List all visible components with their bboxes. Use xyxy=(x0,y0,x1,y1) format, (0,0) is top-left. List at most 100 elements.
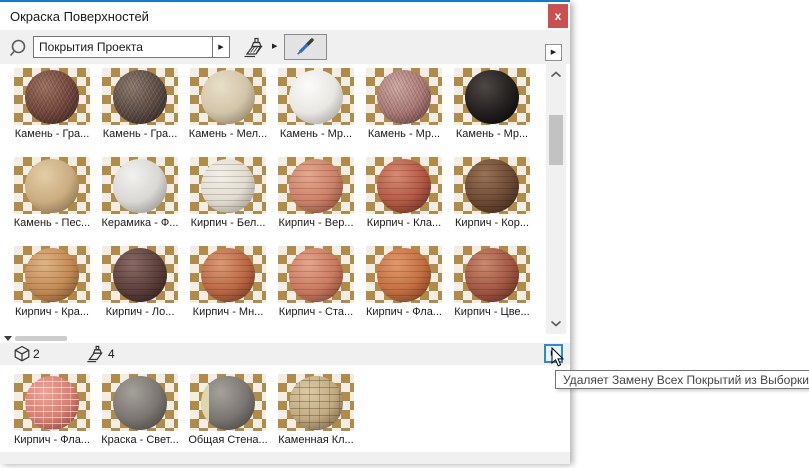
chevron-up-icon xyxy=(550,71,562,78)
material-thumbnail xyxy=(14,68,90,125)
material-item[interactable]: Кирпич - Цве... xyxy=(448,246,536,318)
brick-texture xyxy=(465,248,519,302)
material-item[interactable]: Камень - Гра... xyxy=(8,68,96,140)
panel-splitter[interactable] xyxy=(0,334,570,343)
material-label: Кирпич - Ста... xyxy=(279,306,353,318)
material-thumbnail xyxy=(14,374,90,431)
scroll-down-button[interactable] xyxy=(546,315,566,332)
selected-surfaces-count: 4 xyxy=(108,347,115,361)
material-item[interactable]: Кирпич - Мн... xyxy=(184,246,272,318)
material-label: Краска - Свет... xyxy=(101,434,179,446)
brick-texture xyxy=(289,159,343,213)
material-thumbnail xyxy=(278,157,354,214)
material-label: Камень - Мел... xyxy=(189,128,267,140)
material-thumbnail xyxy=(102,157,178,214)
material-item[interactable]: Камень - Мр... xyxy=(360,68,448,140)
material-thumbnail xyxy=(278,374,354,431)
collapse-triangle-icon[interactable] xyxy=(4,336,12,341)
material-thumbnail xyxy=(190,374,266,431)
material-item[interactable]: Камень - Мел... xyxy=(184,68,272,140)
material-label: Кирпич - Вер... xyxy=(278,217,353,229)
material-item[interactable]: Камень - Мр... xyxy=(448,68,536,140)
material-item[interactable]: Камень - Пес... xyxy=(8,157,96,229)
material-label: Кирпич - Фла... xyxy=(366,306,442,318)
scrollbar-thumb[interactable] xyxy=(549,115,563,165)
material-label: Камень - Гра... xyxy=(103,128,178,140)
material-label: Кирпич - Кор... xyxy=(455,217,529,229)
brick-texture xyxy=(201,248,255,302)
chevron-right-icon: ▶ xyxy=(218,44,223,51)
library-flyout-button[interactable]: ▶ xyxy=(545,44,562,61)
material-label: Камень - Мр... xyxy=(456,128,528,140)
dialog-title: Окраска Поверхностей xyxy=(10,9,149,24)
material-label: Камень - Гра... xyxy=(15,128,90,140)
dialog-footer xyxy=(0,452,570,464)
brick-texture xyxy=(377,159,431,213)
brick-texture xyxy=(465,159,519,213)
library-grid: Камень - Гра... Камень - Гра... Камень - М… xyxy=(0,64,546,318)
material-label: Камень - Мр... xyxy=(368,128,440,140)
brick-texture xyxy=(25,248,79,302)
material-item[interactable]: Каменная Кл... xyxy=(272,374,360,446)
eyedropper-icon xyxy=(295,37,317,57)
material-thumbnail xyxy=(190,246,266,303)
search-dropdown-button[interactable]: ▶ xyxy=(213,36,230,58)
material-thumbnail xyxy=(14,246,90,303)
cube-icon xyxy=(13,345,31,363)
brush-flyout-icon[interactable]: ▶ xyxy=(272,43,277,50)
brick-texture xyxy=(377,248,431,302)
chevron-down-icon xyxy=(550,320,562,327)
mouse-cursor-icon xyxy=(551,347,565,367)
material-label: Камень - Мр... xyxy=(280,128,352,140)
splitter-handle[interactable] xyxy=(15,336,67,341)
material-thumbnail xyxy=(190,157,266,214)
material-item[interactable]: Кирпич - Кла... xyxy=(360,157,448,229)
material-thumbnail xyxy=(454,246,530,303)
material-item[interactable]: Керамика - Ф... xyxy=(96,157,184,229)
material-item[interactable]: Кирпич - Фла... xyxy=(360,246,448,318)
tooltip-text: Удаляет Замену Всех Покрытий из Выборки xyxy=(563,373,809,387)
brick-texture xyxy=(201,159,255,213)
close-icon: x xyxy=(555,9,562,23)
material-item[interactable]: Кирпич - Ло... xyxy=(96,246,184,318)
material-thumbnail xyxy=(102,68,178,125)
selection-material-list: Кирпич - Фла... Краска - Свет... Общая Сте… xyxy=(0,365,570,452)
close-button[interactable]: x xyxy=(548,4,568,28)
material-item[interactable]: Кирпич - Кра... xyxy=(8,246,96,318)
granite-texture xyxy=(113,70,167,124)
material-item[interactable]: Кирпич - Вер... xyxy=(272,157,360,229)
selection-panel-header: 2 4 ▶ xyxy=(0,343,570,365)
material-thumbnail xyxy=(190,68,266,125)
material-item[interactable]: Краска - Свет... xyxy=(96,374,184,446)
scroll-up-button[interactable] xyxy=(546,66,566,83)
vertical-scrollbar[interactable] xyxy=(546,64,566,334)
granite-texture xyxy=(25,70,79,124)
material-label: Общая Стена... xyxy=(188,434,267,446)
material-thumbnail xyxy=(366,157,442,214)
material-item[interactable]: Кирпич - Бел... xyxy=(184,157,272,229)
material-item[interactable]: Кирпич - Кор... xyxy=(448,157,536,229)
material-thumbnail xyxy=(366,68,442,125)
material-item[interactable]: Камень - Мр... xyxy=(272,68,360,140)
search-icon xyxy=(8,38,28,58)
material-label: Камень - Пес... xyxy=(14,217,90,229)
material-thumbnail xyxy=(14,157,90,214)
material-thumbnail xyxy=(454,68,530,125)
material-item[interactable]: Общая Стена... xyxy=(184,374,272,446)
title-bar: Окраска Поверхностей x xyxy=(0,2,570,30)
eyedropper-button[interactable] xyxy=(284,34,327,60)
search-input[interactable] xyxy=(33,36,213,58)
granite-texture xyxy=(377,70,431,124)
material-item[interactable]: Камень - Гра... xyxy=(96,68,184,140)
material-label: Кирпич - Бел... xyxy=(191,217,266,229)
material-item[interactable]: Кирпич - Ста... xyxy=(272,246,360,318)
paintbrush-icon[interactable] xyxy=(243,37,269,58)
material-label: Кирпич - Цве... xyxy=(454,306,529,318)
split-texture xyxy=(201,376,255,430)
material-label: Керамика - Ф... xyxy=(102,217,179,229)
material-library-list: Камень - Гра... Камень - Гра... Камень - М… xyxy=(0,64,546,334)
surface-paint-dialog: Окраска Поверхностей x ▶ ▶ xyxy=(0,0,570,462)
toolbar: ▶ ▶ ▶ xyxy=(0,30,570,64)
material-item[interactable]: Кирпич - Фла... xyxy=(8,374,96,446)
material-thumbnail xyxy=(102,374,178,431)
